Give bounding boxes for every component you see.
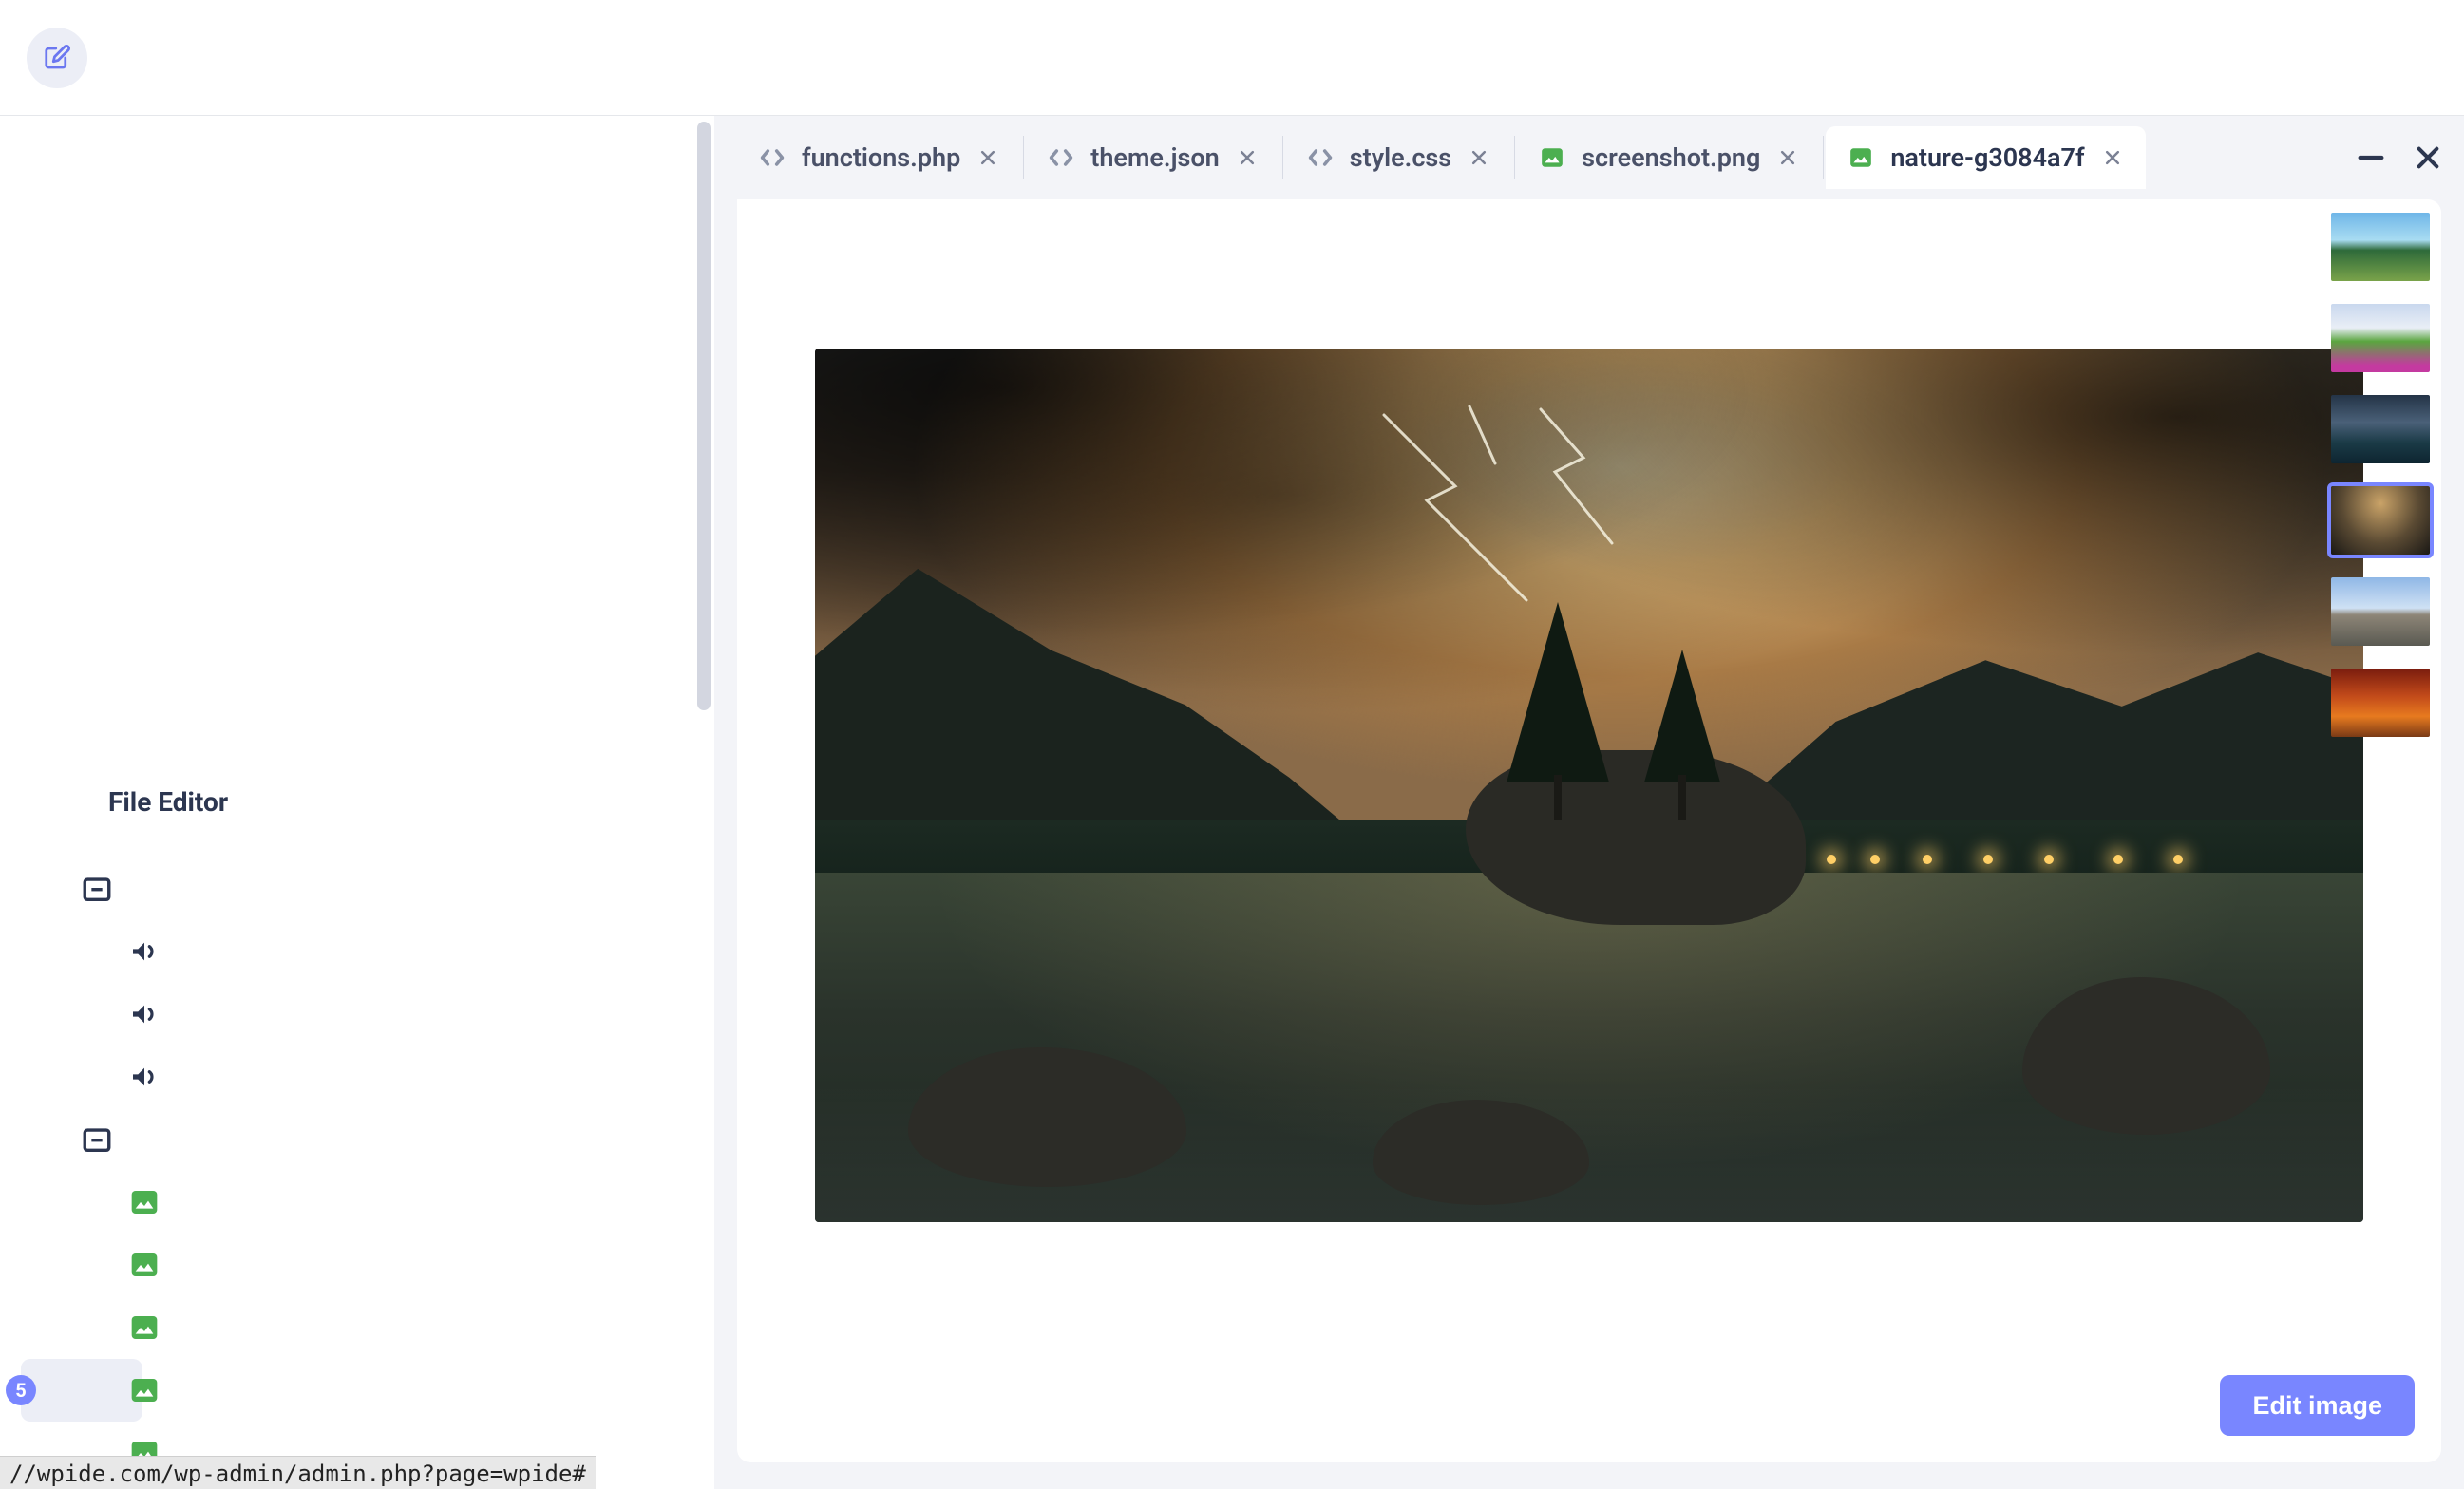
tab-close-button[interactable] — [2100, 145, 2125, 170]
preview-image — [815, 349, 2363, 1222]
edit-image-button[interactable]: Edit image — [2220, 1375, 2415, 1436]
file-tree-sidebar: Audio cinematic.mp3 leonell-cassio.mp3 l… — [0, 116, 714, 1489]
status-bar-url: //wpide.com/wp-admin/admin.php?page=wpid… — [0, 1456, 596, 1489]
tab-label: functions.php — [802, 142, 960, 173]
folder-audio[interactable]: Audio — [21, 858, 95, 920]
tab-close-button[interactable] — [1775, 145, 1800, 170]
folder-minus-icon — [81, 873, 113, 905]
code-icon — [759, 146, 786, 169]
close-icon — [1469, 148, 1488, 167]
scrollbar-thumb[interactable] — [697, 122, 711, 710]
close-icon — [1238, 148, 1257, 167]
folder-photos[interactable]: Photos — [21, 1108, 95, 1171]
close-icon — [978, 148, 997, 167]
file-image-mountains2[interactable]: mountains-g594b1ac20_1920.jpg — [21, 1296, 142, 1359]
image-viewer: Edit image — [737, 199, 2441, 1462]
audio-icon — [129, 936, 160, 967]
image-icon — [1540, 145, 1564, 170]
tab-label: screenshot.png — [1582, 142, 1760, 173]
close-icon — [2413, 142, 2443, 173]
thumbnail-4[interactable] — [2327, 482, 2434, 558]
image-thumbnail-strip — [2320, 199, 2441, 750]
file-image-lake[interactable]: lake-gf984cc09c_1920.jpg — [21, 1171, 142, 1234]
tab-close-button[interactable] — [1235, 145, 1260, 170]
file-image-mountains1[interactable]: mountains-g378956a98_1280.jpg — [21, 1234, 142, 1296]
tab-label: style.css — [1350, 142, 1451, 173]
code-icon — [1307, 146, 1334, 169]
image-icon — [129, 1375, 160, 1405]
minimize-button[interactable] — [2350, 137, 2392, 179]
minimize-icon — [2355, 141, 2387, 174]
tab-nature[interactable]: nature-g3084a7f — [1826, 126, 2145, 189]
code-icon — [1048, 146, 1074, 169]
app-logo-button[interactable] — [27, 28, 87, 88]
editor-content: functions.php theme.json style.css — [714, 116, 2464, 1489]
tab-screenshot[interactable]: screenshot.png — [1517, 126, 1821, 189]
file-audio-cinematic[interactable]: cinematic.mp3 — [21, 920, 142, 983]
image-icon — [1848, 145, 1873, 170]
tab-bar: functions.php theme.json style.css — [714, 116, 2464, 199]
thumbnail-3[interactable] — [2327, 391, 2434, 467]
image-icon — [129, 1250, 160, 1280]
edit-square-icon — [43, 44, 71, 72]
audio-icon — [129, 999, 160, 1029]
thumbnail-5[interactable] — [2327, 574, 2434, 650]
file-audio-lofi[interactable]: lofi-study.mp3 — [21, 1046, 142, 1108]
image-icon — [129, 1312, 160, 1343]
app-header: WPide File Editor — [0, 0, 2464, 116]
image-icon — [129, 1187, 160, 1217]
tab-separator — [1823, 136, 1824, 179]
thumbnail-2[interactable] — [2327, 300, 2434, 376]
tab-close-button[interactable] — [976, 145, 1000, 170]
tab-close-button[interactable] — [1467, 145, 1491, 170]
tab-separator — [1514, 136, 1515, 179]
tab-theme[interactable]: theme.json — [1026, 126, 1279, 189]
tab-label: theme.json — [1090, 142, 1219, 173]
tab-separator — [1282, 136, 1283, 179]
tab-label: nature-g3084a7f — [1890, 142, 2084, 173]
tab-style[interactable]: style.css — [1285, 126, 1512, 189]
folder-minus-icon — [81, 1123, 113, 1156]
close-icon — [1778, 148, 1797, 167]
sidebar-scrollbar[interactable] — [697, 116, 714, 1489]
file-audio-leonell[interactable]: leonell-cassio.mp3 — [21, 983, 142, 1046]
thumbnail-1[interactable] — [2327, 209, 2434, 285]
tab-separator — [1023, 136, 1024, 179]
file-image-nature[interactable]: nature-g3084a7f28_1920.jpg — [21, 1359, 142, 1422]
audio-icon — [129, 1062, 160, 1092]
close-editor-button[interactable] — [2407, 137, 2449, 179]
thumbnail-6[interactable] — [2327, 665, 2434, 741]
open-tab-badge-5: 5 — [6, 1375, 36, 1405]
tab-functions[interactable]: functions.php — [737, 126, 1021, 189]
close-icon — [2103, 148, 2122, 167]
